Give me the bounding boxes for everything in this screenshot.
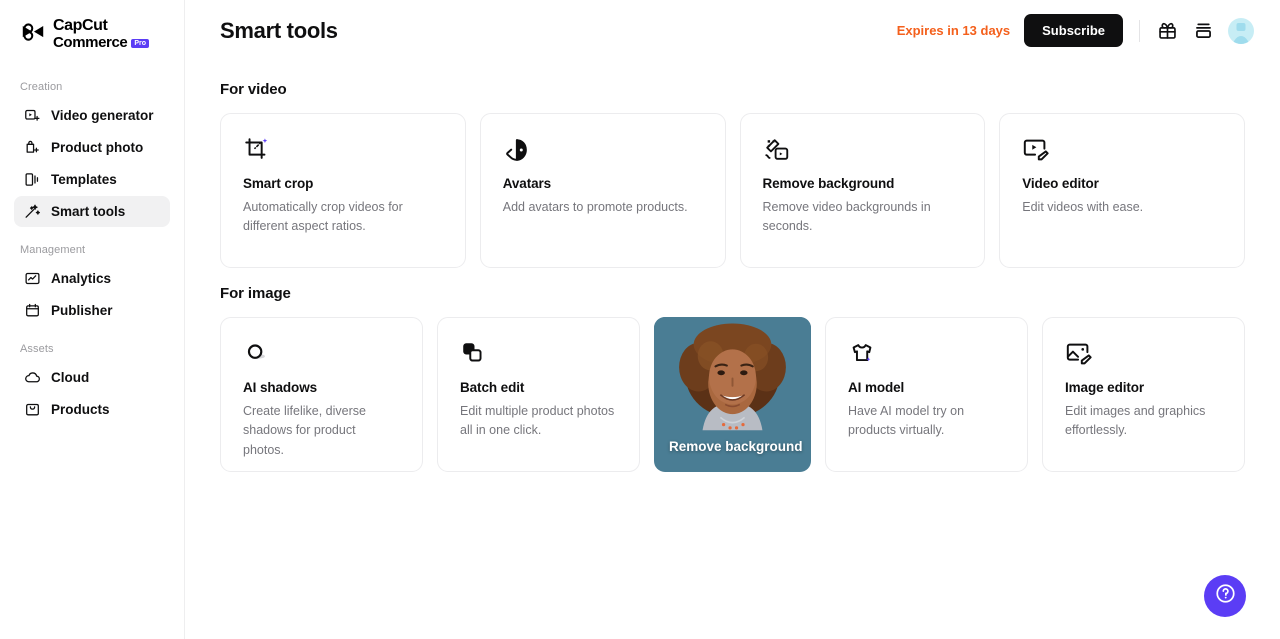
tool-card-title: Image editor: [1065, 380, 1222, 395]
avatar-profile-icon: [503, 135, 703, 165]
sidebar-group-creation: Creation Video generator Product photo Temp…: [0, 81, 184, 227]
tool-card-title: Remove background: [763, 176, 963, 191]
image-edit-icon: [1065, 339, 1222, 369]
sidebar-group-label: Management: [0, 244, 184, 262]
sidebar-item-publisher[interactable]: Publisher: [14, 295, 170, 326]
user-avatar[interactable]: [1228, 18, 1254, 44]
section-for-image: For image AI shadows Create lifelike, di…: [220, 285, 1245, 472]
video-edit-icon: [1022, 135, 1222, 165]
sidebar-item-analytics[interactable]: Analytics: [14, 263, 170, 294]
sidebar: CapCut Commerce Pro Creation Video genera…: [0, 0, 185, 639]
tool-card-remove-background[interactable]: Remove background: [654, 317, 811, 472]
subscribe-button[interactable]: Subscribe: [1024, 14, 1123, 47]
sidebar-item-products[interactable]: Products: [14, 394, 170, 425]
sidebar-item-label: Analytics: [51, 271, 111, 286]
remove-background-photo: [654, 317, 811, 442]
tool-card-title: Smart crop: [243, 176, 443, 191]
ai-model-shirt-icon: [848, 339, 1005, 369]
batch-edit-icon: [460, 339, 617, 369]
tool-card-ai-shadows[interactable]: AI shadows Create lifelike, diverse shad…: [220, 317, 423, 472]
tool-card-title: Avatars: [503, 176, 703, 191]
expiry-notice: Expires in 13 days: [897, 23, 1010, 38]
tool-card-title: Batch edit: [460, 380, 617, 395]
sidebar-group-assets: Assets Cloud Products: [0, 343, 184, 425]
capcut-logo-icon: [20, 20, 46, 46]
topbar: Smart tools Expires in 13 days Subscribe: [185, 0, 1280, 61]
tool-card-image-editor[interactable]: Image editor Edit images and graphics ef…: [1042, 317, 1245, 472]
tool-card-description: Edit videos with ease.: [1022, 198, 1222, 217]
sidebar-item-product-photo[interactable]: Product photo: [14, 132, 170, 163]
question-mark-icon: [1214, 582, 1237, 610]
page-title: Smart tools: [220, 18, 338, 44]
sidebar-nav: Creation Video generator Product photo Temp…: [0, 81, 184, 425]
cloud-icon: [24, 369, 41, 386]
tool-card-description: Remove video backgrounds in seconds.: [763, 198, 963, 237]
tool-card-video-editor[interactable]: Video editor Edit videos with ease.: [999, 113, 1245, 268]
tool-card-description: Edit images and graphics effortlessly.: [1065, 402, 1222, 441]
calendar-icon: [24, 302, 41, 319]
tool-card-smart-crop[interactable]: Smart crop Automatically crop videos for…: [220, 113, 466, 268]
sidebar-item-label: Product photo: [51, 140, 143, 155]
brand-logo[interactable]: CapCut Commerce Pro: [0, 0, 184, 51]
sidebar-item-label: Publisher: [51, 303, 113, 318]
ai-shadow-icon: [243, 339, 400, 369]
bag-add-icon: [24, 139, 41, 156]
brand-line-1: CapCut: [53, 18, 149, 35]
section-title: For image: [220, 285, 1245, 302]
sidebar-item-label: Cloud: [51, 370, 89, 385]
card-grid: AI shadows Create lifelike, diverse shad…: [220, 317, 1245, 472]
analytics-icon: [24, 270, 41, 287]
tool-card-description: Edit multiple product photos all in one …: [460, 402, 617, 441]
tool-card-description: Add avatars to promote products.: [503, 198, 703, 217]
sidebar-item-label: Video generator: [51, 108, 154, 123]
tool-card-description: Create lifelike, diverse shadows for pro…: [243, 402, 400, 460]
sidebar-item-templates[interactable]: Templates: [14, 164, 170, 195]
sidebar-group-label: Creation: [0, 81, 184, 99]
tool-card-ai-model[interactable]: AI model Have AI model try on products v…: [825, 317, 1028, 472]
section-for-video: For video Smart crop Automatically crop …: [220, 81, 1245, 268]
content: For video Smart crop Automatically crop …: [185, 61, 1280, 472]
layers-stack-icon[interactable]: [1192, 20, 1214, 42]
brand-line-2: Commerce: [53, 35, 127, 51]
tool-card-description: Automatically crop videos for different …: [243, 198, 443, 237]
sidebar-item-label: Templates: [51, 172, 117, 187]
magic-wand-icon: [24, 203, 41, 220]
sidebar-item-label: Products: [51, 402, 110, 417]
topbar-divider: [1139, 20, 1140, 42]
products-box-icon: [24, 401, 41, 418]
main-area: Smart tools Expires in 13 days Subscribe: [185, 0, 1280, 639]
tool-card-title: AI model: [848, 380, 1005, 395]
video-add-icon: [24, 107, 41, 124]
tool-card-title: Remove background: [669, 439, 803, 454]
app-root: CapCut Commerce Pro Creation Video genera…: [0, 0, 1280, 639]
card-grid: Smart crop Automatically crop videos for…: [220, 113, 1245, 268]
help-button[interactable]: [1204, 575, 1246, 617]
remove-background-icon: [763, 135, 963, 165]
gift-icon[interactable]: [1156, 20, 1178, 42]
section-title: For video: [220, 81, 1245, 98]
tool-card-avatars[interactable]: Avatars Add avatars to promote products.: [480, 113, 726, 268]
templates-icon: [24, 171, 41, 188]
sidebar-group-label: Assets: [0, 343, 184, 361]
tool-card-description: Have AI model try on products virtually.: [848, 402, 1005, 441]
sidebar-item-smart-tools[interactable]: Smart tools: [14, 196, 170, 227]
tool-card-title: Video editor: [1022, 176, 1222, 191]
sidebar-item-label: Smart tools: [51, 204, 125, 219]
sidebar-group-management: Management Analytics Publisher: [0, 244, 184, 326]
pro-badge: Pro: [131, 39, 149, 48]
sidebar-item-video-generator[interactable]: Video generator: [14, 100, 170, 131]
sidebar-item-cloud[interactable]: Cloud: [14, 362, 170, 393]
tool-card-title: AI shadows: [243, 380, 400, 395]
smart-crop-icon: [243, 135, 443, 165]
tool-card-remove-background[interactable]: Remove background Remove video backgroun…: [740, 113, 986, 268]
tool-card-batch-edit[interactable]: Batch edit Edit multiple product photos …: [437, 317, 640, 472]
